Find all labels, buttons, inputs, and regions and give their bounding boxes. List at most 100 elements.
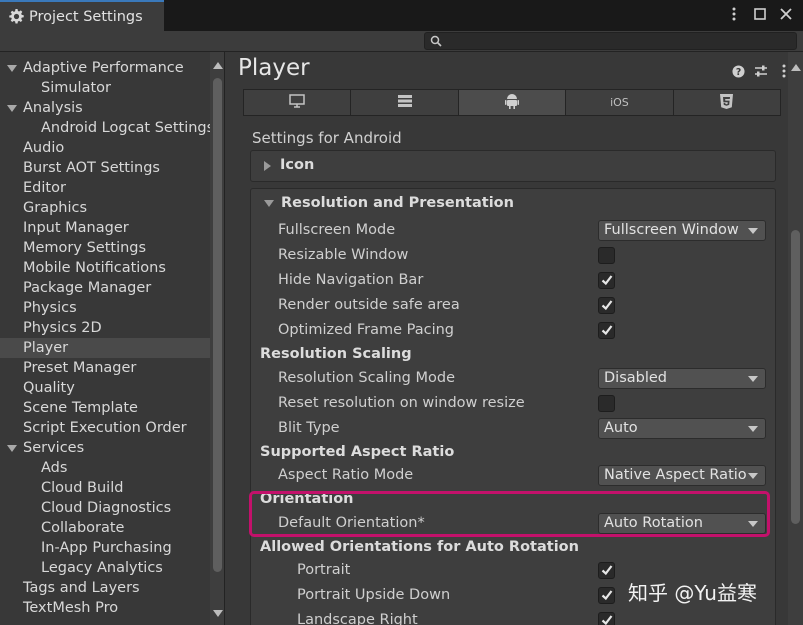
portrait-checkbox[interactable] (598, 562, 615, 579)
sidebar-item-audio[interactable]: Audio (0, 138, 210, 158)
sidebar-scrollbar[interactable] (210, 52, 225, 625)
sidebar-item-scene-template[interactable]: Scene Template (0, 398, 210, 418)
optimized-frame-pacing-checkbox[interactable] (598, 322, 615, 339)
resolution-scaling-mode-row: Resolution Scaling Mode Disabled (251, 367, 775, 392)
foldout-arrow-icon[interactable] (264, 200, 274, 207)
sidebar-item-in-app-purchasing[interactable]: In-App Purchasing (0, 538, 210, 558)
icon-foldout[interactable]: Icon (250, 150, 776, 182)
resizable-window-row: Resizable Window (251, 244, 775, 269)
scroll-up-arrow-icon[interactable] (213, 62, 223, 69)
page-title: Player (238, 55, 310, 81)
android-icon (505, 93, 519, 112)
optimized-frame-pacing-label: Optimized Frame Pacing (278, 322, 454, 338)
sidebar-item-label: Tags and Layers (23, 580, 140, 596)
sidebar-item-textmesh-pro[interactable]: TextMesh Pro (0, 598, 210, 618)
close-icon[interactable] (779, 5, 793, 23)
aspect-ratio-mode-label: Aspect Ratio Mode (278, 467, 413, 483)
resolution-scaling-mode-dropdown[interactable]: Disabled (598, 368, 766, 389)
sidebar-item-memory-settings[interactable]: Memory Settings (0, 238, 210, 258)
sidebar-item-package-manager[interactable]: Package Manager (0, 278, 210, 298)
chevron-down-icon (748, 426, 758, 432)
sidebar-item-tags-and-layers[interactable]: Tags and Layers (0, 578, 210, 598)
sidebar-item-adaptive-performance[interactable]: Adaptive Performance (0, 58, 210, 78)
optimized-frame-pacing-row: Optimized Frame Pacing (251, 319, 775, 344)
server-icon (397, 94, 413, 111)
render-outside-safe-area-row: Render outside safe area (251, 294, 775, 319)
fullscreen-mode-dropdown[interactable]: Fullscreen Window (598, 220, 766, 241)
sidebar-item-burst-aot-settings[interactable]: Burst AOT Settings (0, 158, 210, 178)
sidebar-item-label: Physics 2D (23, 320, 102, 336)
resolution-section-title[interactable]: Resolution and Presentation (281, 195, 514, 211)
resizable-window-checkbox[interactable] (598, 247, 615, 264)
window-tab[interactable]: Project Settings (0, 0, 164, 31)
checkmark-icon (600, 588, 614, 602)
tab-webgl[interactable] (674, 90, 780, 115)
sidebar-item-physics[interactable]: Physics (0, 298, 210, 318)
sidebar-item-editor[interactable]: Editor (0, 178, 210, 198)
sidebar-item-preset-manager[interactable]: Preset Manager (0, 358, 210, 378)
supported-aspect-ratio-header: Supported Aspect Ratio (251, 441, 775, 466)
main-scrollbar[interactable] (788, 52, 803, 625)
help-icon[interactable]: ? (731, 64, 745, 78)
landscape-right-row: Landscape Right (251, 609, 775, 625)
hide-navigation-bar-checkbox[interactable] (598, 272, 615, 289)
blit-type-dropdown[interactable]: Auto (598, 418, 766, 439)
sidebar-item-cloud-diagnostics[interactable]: Cloud Diagnostics (0, 498, 210, 518)
scroll-up-arrow-icon[interactable] (791, 64, 801, 71)
portrait-upside-down-checkbox[interactable] (598, 587, 615, 604)
allowed-orientations-header: Allowed Orientations for Auto Rotation (251, 536, 775, 561)
blit-type-label: Blit Type (278, 420, 340, 436)
settings-sidebar: Adaptive PerformanceSimulatorAnalysisAnd… (0, 52, 225, 625)
scrollbar-thumb[interactable] (213, 78, 222, 572)
foldout-arrow-icon[interactable] (7, 105, 17, 112)
landscape-right-checkbox[interactable] (598, 612, 615, 625)
sidebar-item-input-manager[interactable]: Input Manager (0, 218, 210, 238)
allowed-orientations-label: Allowed Orientations for Auto Rotation (260, 539, 579, 555)
render-outside-safe-area-checkbox[interactable] (598, 297, 615, 314)
sidebar-item-ads[interactable]: Ads (0, 458, 210, 478)
supported-aspect-ratio-label: Supported Aspect Ratio (260, 444, 454, 460)
sidebar-item-label: Services (23, 440, 84, 456)
tab-server[interactable] (351, 90, 458, 115)
sidebar-item-graphics[interactable]: Graphics (0, 198, 210, 218)
ios-tab-label: iOS (610, 96, 629, 109)
sidebar-item-label: Mobile Notifications (23, 260, 166, 276)
chevron-down-icon (748, 376, 758, 382)
scrollbar-thumb[interactable] (791, 230, 800, 524)
sidebar-item-legacy-analytics[interactable]: Legacy Analytics (0, 558, 210, 578)
chevron-down-icon (748, 473, 758, 479)
tab-android[interactable] (459, 90, 566, 115)
sidebar-item-analysis[interactable]: Analysis (0, 98, 210, 118)
sidebar-item-script-execution-order[interactable]: Script Execution Order (0, 418, 210, 438)
sidebar-item-label: In-App Purchasing (41, 540, 172, 556)
tab-standalone[interactable] (244, 90, 351, 115)
foldout-arrow-icon[interactable] (7, 65, 17, 72)
kebab-menu-icon[interactable] (727, 5, 741, 23)
sidebar-item-services[interactable]: Services (0, 438, 210, 458)
sidebar-item-quality[interactable]: Quality (0, 378, 210, 398)
sidebar-item-mobile-notifications[interactable]: Mobile Notifications (0, 258, 210, 278)
sidebar-item-physics-2d[interactable]: Physics 2D (0, 318, 210, 338)
foldout-arrow-icon[interactable] (7, 445, 17, 452)
sidebar-item-label: Burst AOT Settings (23, 160, 160, 176)
hide-navigation-bar-label: Hide Navigation Bar (278, 272, 423, 288)
sidebar-item-label: Legacy Analytics (41, 560, 163, 576)
sidebar-item-simulator[interactable]: Simulator (0, 78, 210, 98)
tab-ios[interactable]: iOS (566, 90, 673, 115)
preset-sliders-icon[interactable] (754, 64, 768, 78)
scroll-down-arrow-icon[interactable] (213, 610, 223, 617)
settings-nav: Adaptive PerformanceSimulatorAnalysisAnd… (0, 58, 210, 618)
orientation-highlight-box (249, 491, 770, 537)
sidebar-item-android-logcat-settings[interactable]: Android Logcat Settings (0, 118, 210, 138)
maximize-icon[interactable] (753, 5, 767, 23)
aspect-ratio-mode-dropdown[interactable]: Native Aspect Ratio (598, 465, 766, 486)
reset-resolution-checkbox[interactable] (598, 395, 615, 412)
hide-navigation-bar-row: Hide Navigation Bar (251, 269, 775, 294)
reset-resolution-row: Reset resolution on window resize (251, 392, 775, 417)
search-input[interactable] (424, 32, 797, 50)
checkmark-icon (600, 613, 614, 625)
sidebar-item-label: Cloud Build (41, 480, 123, 496)
sidebar-item-player[interactable]: Player (0, 338, 210, 358)
sidebar-item-cloud-build[interactable]: Cloud Build (0, 478, 210, 498)
sidebar-item-collaborate[interactable]: Collaborate (0, 518, 210, 538)
